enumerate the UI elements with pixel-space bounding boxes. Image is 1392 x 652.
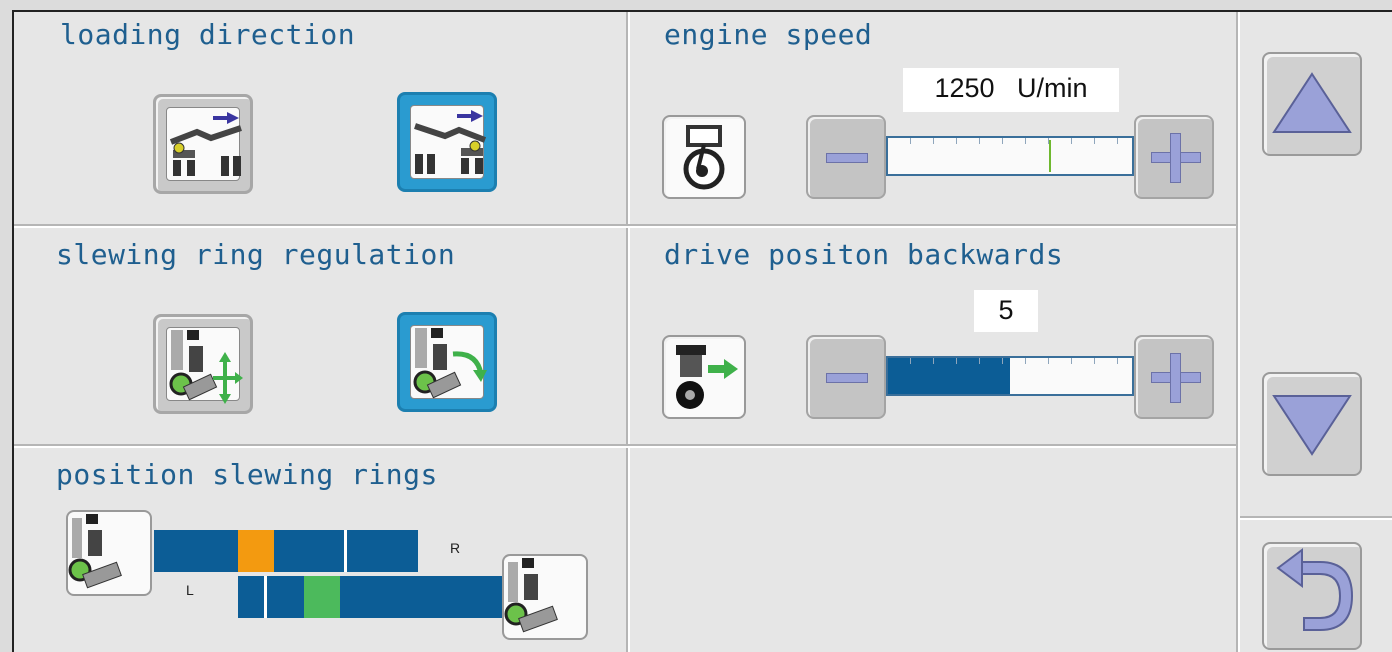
divider: [1236, 12, 1238, 652]
divider: [626, 12, 628, 652]
drive-position-ticks: [888, 358, 1132, 364]
right-ring-divider: [344, 530, 347, 572]
engine-speed-unit: U/min: [1017, 73, 1088, 103]
left-ring-divider: [264, 576, 267, 618]
divider: [628, 12, 630, 652]
loading-direction-left-button[interactable]: [153, 94, 253, 194]
return-arrow-icon: [1276, 548, 1354, 631]
drive-position-minus-button[interactable]: [806, 335, 886, 419]
loading-left-icon: [169, 112, 242, 176]
left-ring-bar: [238, 576, 506, 618]
drive-position-plus-button[interactable]: [1134, 335, 1214, 419]
right-ring-label: R: [450, 540, 461, 556]
scroll-up-button[interactable]: [1262, 52, 1362, 156]
engine-speed-readout: 1250 U/min: [903, 68, 1119, 112]
scroll-down-button[interactable]: [1262, 372, 1362, 476]
back-button[interactable]: [1262, 542, 1362, 650]
divider: [14, 224, 1236, 226]
engine-piston-icon: [683, 125, 725, 190]
slewing-auto-icon: [413, 328, 487, 399]
divider: [14, 444, 1236, 446]
drive-position-value: 5: [974, 290, 1038, 332]
divider: [1240, 518, 1392, 520]
slewing-ring-regulation-title: slewing ring regulation: [56, 238, 456, 271]
divider: [14, 226, 1236, 228]
slewing-regulation-free-button[interactable]: [153, 314, 253, 414]
minus-icon: [826, 373, 868, 383]
drive-position-bar: [886, 356, 1134, 396]
right-ring-marker: [238, 530, 274, 572]
engine-speed-minus-button[interactable]: [806, 115, 886, 199]
drive-icon-button[interactable]: [662, 335, 746, 419]
loading-direction-title: loading direction: [60, 18, 356, 51]
engine-icon-button[interactable]: [662, 115, 746, 199]
left-ring-label: L: [186, 582, 194, 598]
triangle-down-icon: [1272, 395, 1352, 456]
divider: [1238, 12, 1240, 652]
triangle-up-icon: [1272, 72, 1352, 133]
plus-icon-vertical: [1170, 133, 1181, 183]
engine-speed-bar: [886, 136, 1134, 176]
minus-icon: [826, 153, 868, 163]
position-slewing-rings-title: position slewing rings: [56, 458, 438, 491]
slewing-ring-right-icon: [502, 554, 588, 640]
slewing-free-icon: [169, 330, 243, 404]
engine-speed-value: 1250: [934, 73, 995, 103]
drive-position-title: drive positon backwards: [664, 238, 1064, 271]
left-ring-marker: [304, 576, 340, 618]
plus-icon-vertical: [1170, 353, 1181, 403]
engine-speed-title: engine speed: [664, 18, 873, 51]
loading-right-icon: [414, 110, 487, 174]
divider: [14, 446, 1236, 448]
loading-direction-right-button[interactable]: [397, 92, 497, 192]
divider: [1240, 516, 1392, 518]
slewing-ring-left-icon: [66, 510, 152, 596]
right-ring-bar: [154, 530, 418, 572]
engine-speed-ticks: [888, 138, 1132, 144]
drive-unit-icon: [676, 345, 738, 409]
slewing-regulation-auto-button[interactable]: [397, 312, 497, 412]
engine-speed-marker: [1049, 140, 1052, 172]
engine-speed-plus-button[interactable]: [1134, 115, 1214, 199]
